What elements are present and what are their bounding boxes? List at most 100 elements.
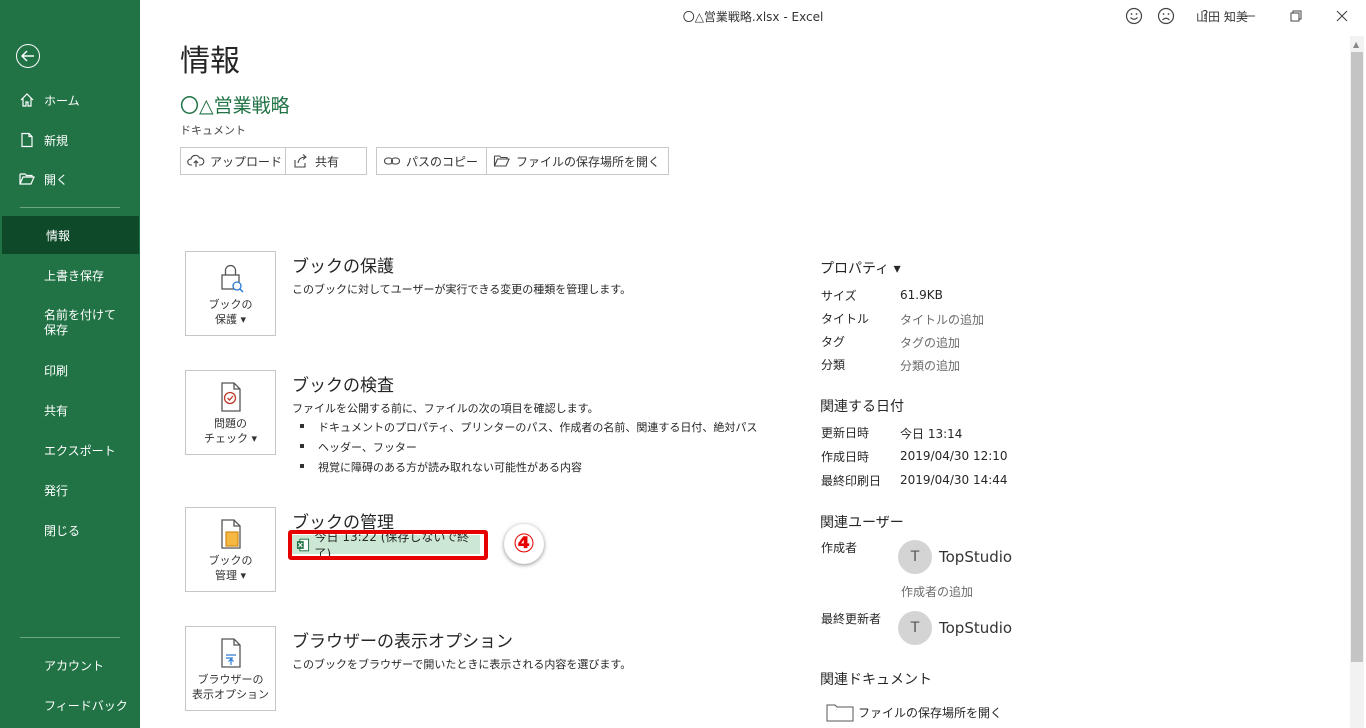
open-location-label: ファイルの保存場所を開く: [516, 154, 661, 169]
help-icon[interactable]: ?: [1202, 8, 1208, 22]
protect-description: このブックに対してユーザーが実行できる変更の種類を管理します。: [292, 283, 632, 296]
frown-icon[interactable]: [1156, 6, 1176, 26]
scrollbar-thumb[interactable]: [1351, 52, 1363, 662]
sidebar-item-label: 閉じる: [44, 523, 81, 538]
upload-button[interactable]: アップロード: [180, 147, 292, 175]
inspect-bullet: 視覚に障碍のある方が読み取れない可能性がある内容: [300, 459, 582, 475]
folder-icon: [826, 704, 854, 722]
link-icon: [383, 157, 401, 165]
date-key: 更新日時: [821, 426, 870, 440]
window-title: 〇△営業戦略.xlsx - Excel: [682, 10, 824, 24]
date-key: 作成日時: [821, 450, 870, 464]
sidebar-item-label: ホーム: [44, 93, 80, 108]
close-icon[interactable]: [1332, 6, 1352, 26]
tile-label: 問題の チェック ▾: [203, 417, 258, 445]
share-icon: [294, 154, 307, 168]
sidebar-item-feedback[interactable]: フィードバック: [0, 686, 140, 724]
protect-workbook-button[interactable]: ブックの 保護 ▾: [185, 251, 276, 336]
new-document-icon: [21, 132, 33, 148]
browser-view-options-button[interactable]: ブラウザーの 表示オプション: [185, 626, 276, 711]
sidebar-divider: [20, 207, 120, 208]
folder-icon: [493, 155, 510, 167]
inspect-bullet: ドキュメントのプロパティ、プリンターのパス、作成者の名前、関連する日付、絶対パス: [300, 419, 757, 435]
open-folder-icon: [19, 173, 35, 185]
last-modified-label: 最終更新者: [821, 612, 882, 626]
author-name[interactable]: TopStudio: [939, 548, 1012, 566]
open-file-location-label: ファイルの保存場所を開く: [858, 705, 1003, 720]
minimize-icon[interactable]: [1240, 6, 1260, 26]
sidebar-item-print[interactable]: 印刷: [0, 351, 140, 389]
property-value: 61.9KB: [900, 288, 943, 302]
date-value: 2019/04/30 14:44: [900, 473, 1008, 487]
add-tag-field[interactable]: タグの追加: [900, 334, 960, 351]
backstage-sidebar: ホーム 新規 開く 情報 上書き保存 名前を付けて保存 印刷 共有 エクスポート…: [0, 0, 140, 728]
related-dates-heading: 関連する日付: [820, 399, 904, 415]
sidebar-item-label: フィードバック: [44, 698, 128, 713]
scroll-up-icon[interactable]: ▲: [1353, 40, 1359, 49]
browser-options-icon: [221, 638, 241, 668]
sidebar-item-account[interactable]: アカウント: [0, 646, 140, 684]
protect-title: ブックの保護: [292, 257, 394, 277]
title-bar: 〇△営業戦略.xlsx - Excel 山田 知美 ?: [140, 0, 1366, 32]
sidebar-item-publish[interactable]: 発行: [0, 471, 140, 509]
tile-label: ブックの 保護 ▾: [208, 298, 253, 326]
tile-label: ブラウザーの 表示オプション: [192, 673, 269, 701]
home-icon: [20, 93, 34, 107]
sidebar-item-label: 上書き保存: [44, 268, 105, 283]
browser-options-description: このブックをブラウザーで開いたときに表示される内容を選びます。: [292, 658, 632, 671]
sidebar-item-label: 印刷: [44, 363, 69, 378]
page-title: 情報: [180, 44, 240, 79]
property-key: タグ: [821, 335, 846, 349]
sidebar-item-label: 名前を付けて保存: [44, 308, 117, 337]
sidebar-item-open[interactable]: 開く: [0, 160, 140, 198]
sidebar-item-home[interactable]: ホーム: [0, 81, 140, 119]
manage-workbook-button[interactable]: ブックの 管理 ▾: [185, 507, 276, 592]
inspect-document-icon: [221, 382, 241, 412]
author-label: 作成者: [821, 541, 858, 555]
copy-path-button[interactable]: パスのコピー: [376, 147, 488, 175]
properties-heading[interactable]: プロパティ ▾: [820, 258, 901, 278]
sidebar-item-label: エクスポート: [44, 443, 116, 458]
sidebar-item-save[interactable]: 上書き保存: [0, 256, 140, 294]
sidebar-item-label: 新規: [44, 133, 69, 148]
sidebar-item-label: 情報: [46, 228, 71, 243]
tile-label: ブックの 管理 ▾: [208, 554, 253, 582]
step-number-badge: ④: [504, 524, 544, 564]
date-value: 今日 13:14: [900, 427, 963, 441]
sidebar-item-label: アカウント: [44, 658, 105, 673]
check-issues-button[interactable]: 問題の チェック ▾: [185, 370, 276, 455]
sidebar-item-share[interactable]: 共有: [0, 391, 140, 429]
sidebar-divider: [20, 637, 120, 638]
sidebar-item-new[interactable]: 新規: [0, 121, 140, 159]
inspect-title: ブックの検査: [292, 376, 394, 396]
sidebar-item-close[interactable]: 閉じる: [0, 511, 140, 549]
add-title-field[interactable]: タイトルの追加: [900, 311, 984, 328]
share-button[interactable]: 共有: [285, 147, 367, 175]
property-key: 分類: [821, 358, 846, 372]
back-arrow-icon[interactable]: [16, 44, 40, 68]
sidebar-item-label: 共有: [44, 403, 69, 418]
document-name: 〇△営業戦略: [180, 95, 290, 117]
smiley-icon[interactable]: [1124, 6, 1144, 26]
upload-label: アップロード: [210, 154, 283, 169]
lock-icon: [221, 264, 244, 293]
add-category-field[interactable]: 分類の追加: [900, 357, 960, 374]
last-modified-name[interactable]: TopStudio: [939, 619, 1012, 637]
cloud-upload-icon: [187, 154, 205, 167]
open-file-location-link[interactable]: ファイルの保存場所を開く: [826, 702, 1002, 722]
add-author-link[interactable]: 作成者の追加: [901, 583, 973, 600]
copy-path-label: パスのコピー: [406, 154, 479, 169]
avatar: T: [898, 611, 932, 645]
inspect-bullet: ヘッダー、フッター: [300, 439, 417, 455]
avatar: T: [898, 540, 932, 574]
sidebar-item-save-as[interactable]: 名前を付けて保存: [0, 304, 140, 344]
related-people-heading: 関連ユーザー: [820, 515, 904, 531]
property-key: タイトル: [821, 312, 870, 326]
sidebar-item-export[interactable]: エクスポート: [0, 431, 140, 469]
open-location-button[interactable]: ファイルの保存場所を開く: [486, 147, 670, 175]
sidebar-item-info[interactable]: 情報: [2, 216, 139, 254]
highlight-box: [288, 530, 488, 560]
restore-icon[interactable]: [1286, 6, 1306, 26]
manage-workbook-icon: [221, 519, 241, 549]
sidebar-item-label: 開く: [44, 172, 69, 187]
